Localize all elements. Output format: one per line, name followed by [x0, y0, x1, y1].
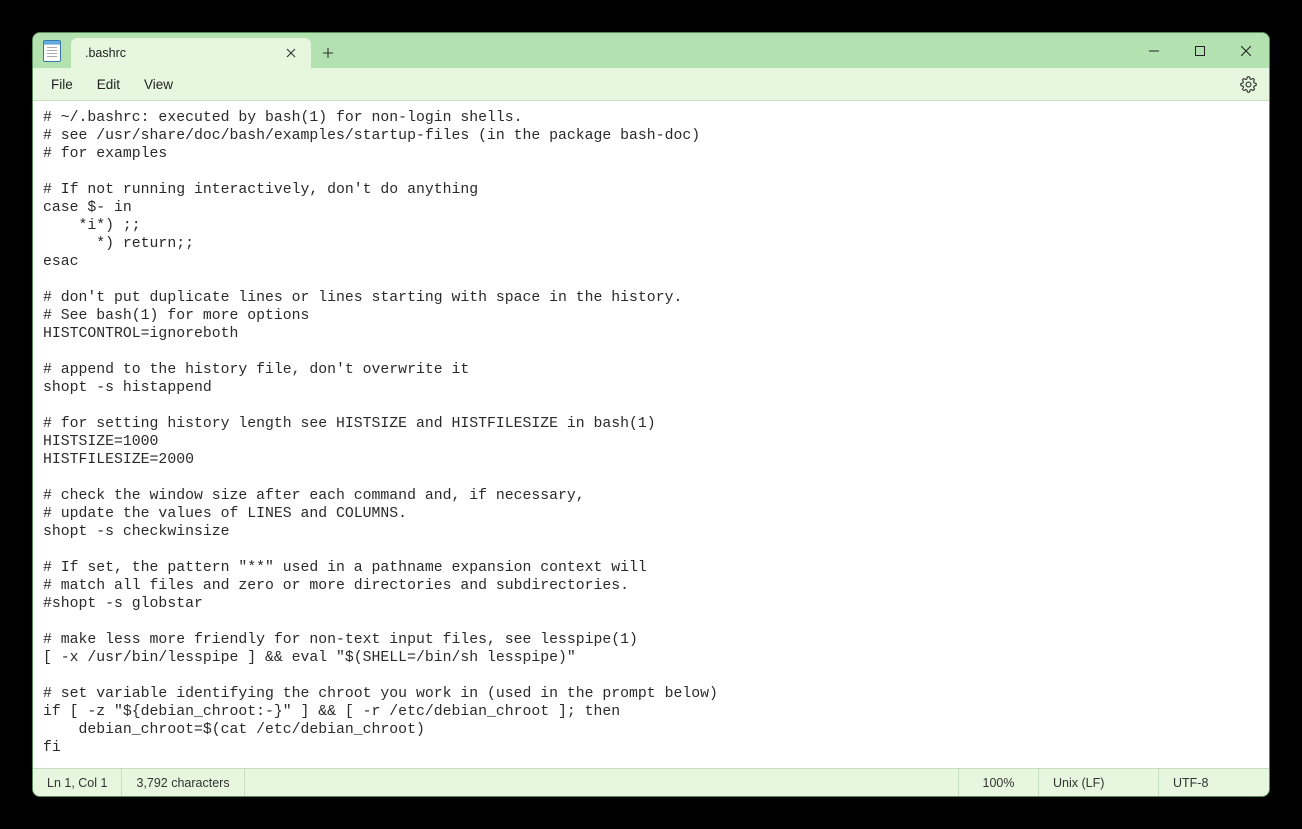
minimize-icon	[1149, 46, 1159, 56]
app-window: .bashrc	[32, 32, 1270, 797]
settings-button[interactable]	[1233, 69, 1263, 99]
close-icon	[1241, 46, 1251, 56]
tab-title: .bashrc	[85, 46, 281, 60]
gear-icon	[1240, 76, 1257, 93]
plus-icon	[322, 47, 334, 59]
text-editor[interactable]: # ~/.bashrc: executed by bash(1) for non…	[33, 101, 1269, 768]
notepad-icon	[43, 40, 61, 62]
menubar: File Edit View	[33, 68, 1269, 101]
status-character-count[interactable]: 3,792 characters	[122, 769, 244, 796]
window-controls	[1131, 33, 1269, 68]
tab-close-button[interactable]	[281, 43, 301, 63]
maximize-button[interactable]	[1177, 33, 1223, 68]
statusbar: Ln 1, Col 1 3,792 characters 100% Unix (…	[33, 768, 1269, 796]
app-icon-container	[33, 33, 71, 68]
minimize-button[interactable]	[1131, 33, 1177, 68]
file-tab[interactable]: .bashrc	[71, 38, 311, 68]
menu-view[interactable]: View	[132, 73, 185, 96]
titlebar-drag-region[interactable]	[345, 33, 1131, 68]
editor-content[interactable]: # ~/.bashrc: executed by bash(1) for non…	[43, 109, 1259, 757]
new-tab-button[interactable]	[311, 38, 345, 68]
close-icon	[286, 48, 296, 58]
menu-edit[interactable]: Edit	[85, 73, 132, 96]
status-line-ending[interactable]: Unix (LF)	[1039, 769, 1159, 796]
titlebar[interactable]: .bashrc	[33, 33, 1269, 68]
status-zoom[interactable]: 100%	[959, 769, 1039, 796]
menu-file[interactable]: File	[39, 73, 85, 96]
status-encoding[interactable]: UTF-8	[1159, 769, 1269, 796]
maximize-icon	[1195, 46, 1205, 56]
close-window-button[interactable]	[1223, 33, 1269, 68]
status-cursor-position[interactable]: Ln 1, Col 1	[33, 769, 122, 796]
